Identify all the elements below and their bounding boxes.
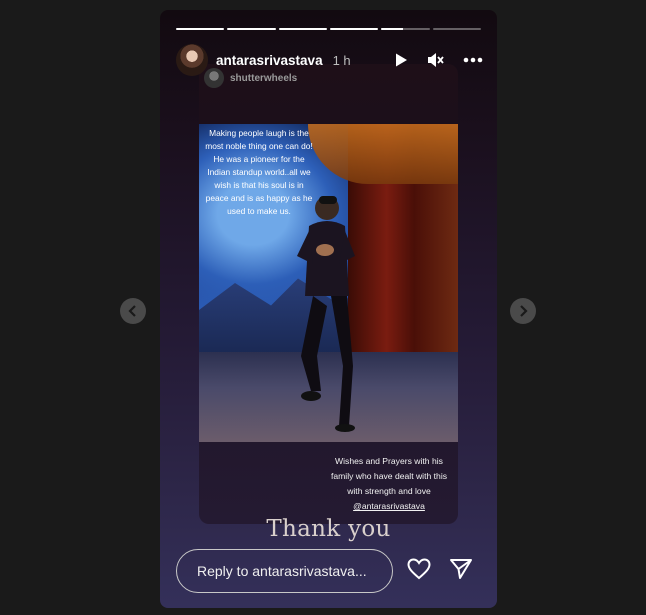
caption-top: Making people laugh is the most noble th… (205, 128, 313, 216)
avatar[interactable] (176, 44, 208, 76)
caption-line: family who have dealt with this (330, 471, 448, 481)
progress-segment (176, 28, 225, 30)
story-viewer: Making people laugh is the most noble th… (160, 10, 497, 608)
thank-you-text: Thank you (266, 516, 391, 542)
story-header: antarasrivastava 1 h (176, 44, 483, 76)
story-photo: Making people laugh is the most noble th… (199, 124, 458, 442)
heart-icon[interactable] (407, 558, 431, 580)
reply-input[interactable]: Reply to antarasrivastava... (176, 549, 393, 593)
send-icon[interactable] (449, 558, 473, 580)
progress-segment (227, 28, 276, 30)
progress-segment (329, 28, 379, 30)
chevron-left-icon (128, 305, 136, 317)
story-progress-bar (176, 28, 481, 30)
mention-link[interactable]: @antarasrivastava (329, 499, 449, 514)
caption-line: with strength and love (347, 486, 431, 496)
next-story-button[interactable] (510, 298, 536, 324)
username[interactable]: antarasrivastava (216, 53, 323, 68)
more-icon[interactable] (463, 57, 483, 63)
chevron-right-icon (520, 305, 528, 317)
timestamp: 1 h (332, 52, 351, 68)
caption-line: Wishes and Prayers with his (335, 456, 443, 466)
play-icon[interactable] (393, 52, 409, 68)
performer-figure (297, 196, 355, 432)
previous-story-button[interactable] (120, 298, 146, 324)
progress-segment (432, 28, 481, 30)
caption-bottom: Wishes and Prayers with his family who h… (329, 454, 449, 514)
reposted-story-card[interactable]: Making people laugh is the most noble th… (199, 64, 458, 524)
mute-icon[interactable] (427, 52, 445, 68)
progress-segment (381, 28, 430, 30)
progress-segment (278, 28, 327, 30)
